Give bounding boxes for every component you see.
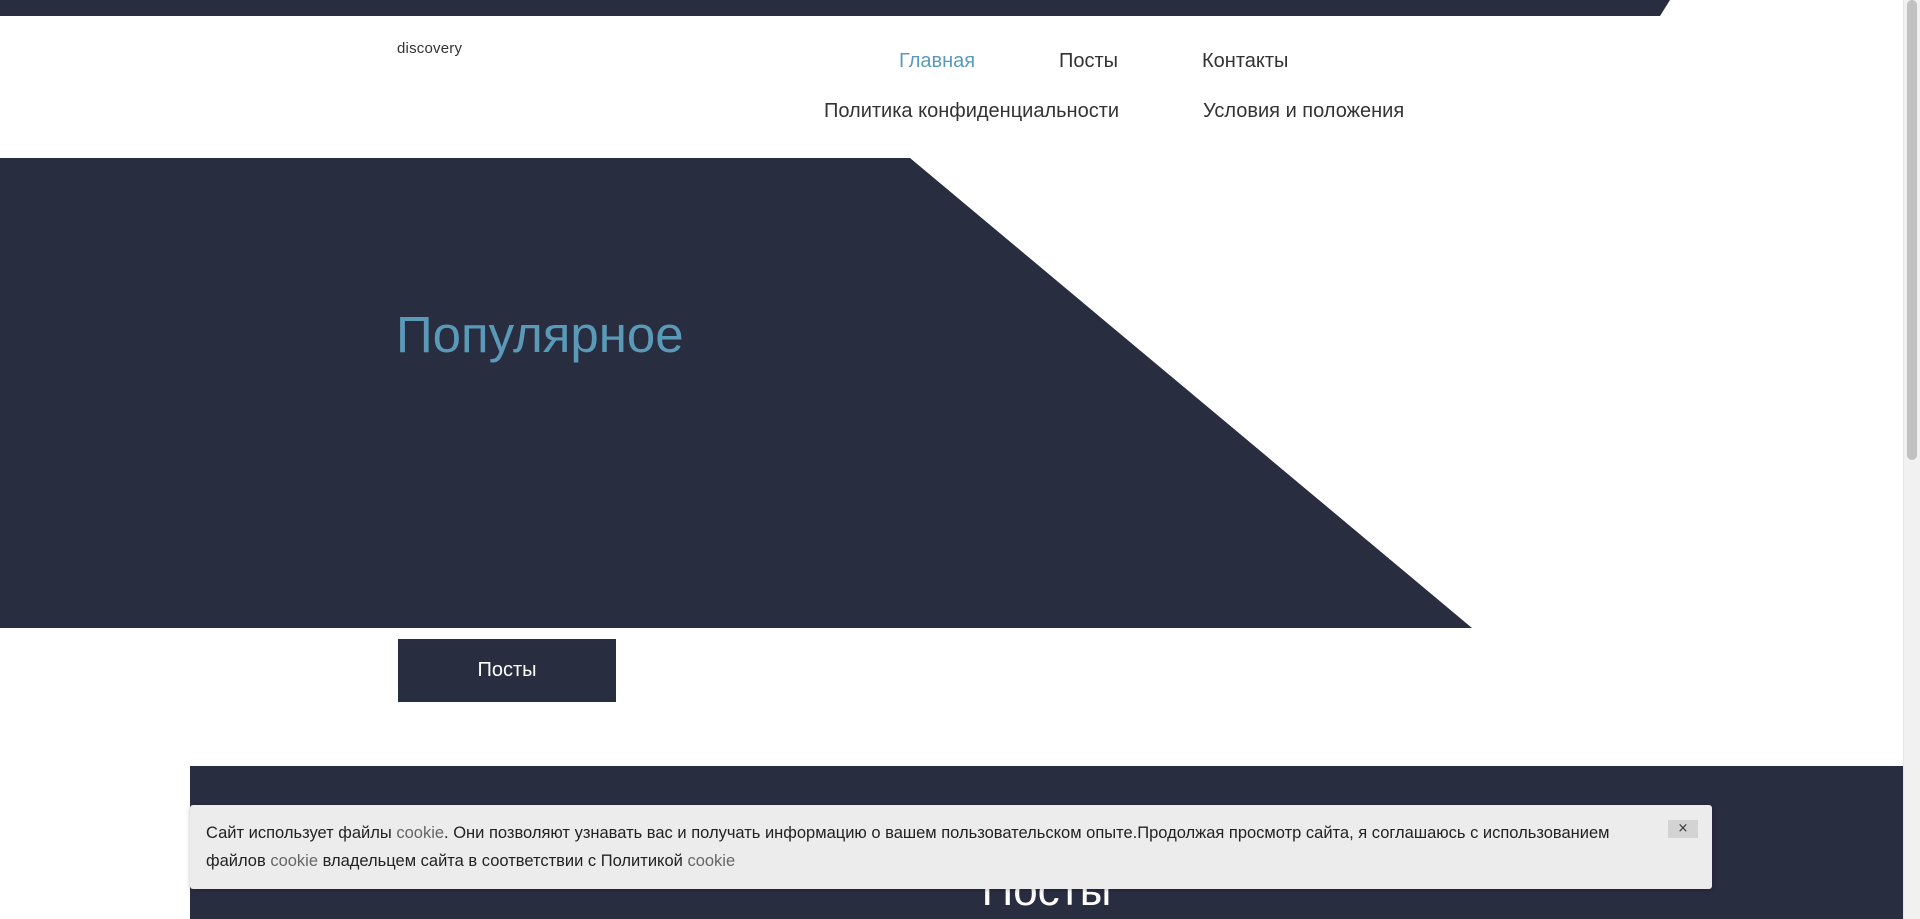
cookie-policy-link[interactable]: cookie (687, 852, 735, 870)
nav-link-home[interactable]: Главная (899, 50, 975, 73)
nav-link-contacts[interactable]: Контакты (1202, 50, 1288, 73)
nav-link-posts[interactable]: Посты (1059, 50, 1118, 73)
cookie-keyword: cookie (396, 824, 445, 842)
nav-link-terms[interactable]: Условия и положения (1203, 100, 1404, 123)
scrollbar-thumb[interactable] (1907, 0, 1917, 460)
vertical-scrollbar[interactable] (1903, 0, 1920, 919)
cookie-keyword: cookie (270, 852, 319, 870)
hero-background (0, 158, 1472, 628)
cookie-text-part: владельцем сайта в соответствии с Полити… (318, 852, 688, 870)
page: discovery Главная Посты Контакты Политик… (0, 0, 1920, 919)
top-decorative-band (0, 0, 1670, 16)
hero-title: Популярное (396, 306, 684, 363)
cookie-banner: Сайт использует файлы cookie. Они позвол… (190, 805, 1712, 889)
cookie-text-part: Сайт использует файлы (206, 824, 397, 842)
posts-button[interactable]: Посты (398, 639, 616, 702)
close-icon[interactable]: × (1668, 820, 1698, 838)
site-logo[interactable]: discovery (397, 40, 462, 57)
nav-link-privacy-policy[interactable]: Политика конфиденциальности (824, 100, 1119, 123)
cookie-text: Сайт использует файлы cookie. Они позвол… (206, 824, 1610, 870)
